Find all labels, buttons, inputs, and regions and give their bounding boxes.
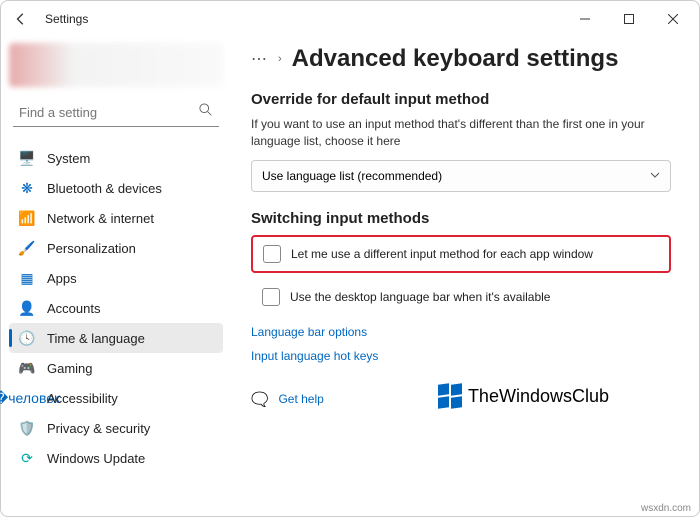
link-language-bar-options[interactable]: Language bar options [251,325,671,339]
display-icon: 🖥️ [19,150,35,166]
checkbox-desktop-language-bar[interactable]: Use the desktop language bar when it's a… [251,279,671,315]
window-title: Settings [45,12,88,26]
minimize-button[interactable] [563,4,607,34]
bluetooth-icon: ❋ [19,180,35,196]
section-switching-title: Switching input methods [251,210,671,227]
main-content: ⋯ › Advanced keyboard settings Override … [231,37,699,516]
section-override-title: Override for default input method [251,91,671,108]
checkbox-icon[interactable] [263,245,281,263]
sidebar-item-label: Windows Update [47,451,145,466]
checkbox-label: Let me use a different input method for … [291,247,593,261]
sidebar-item-label: Accessibility [47,391,118,406]
clock-icon: 🕓 [19,330,35,346]
sidebar-item-network-internet[interactable]: 📶 Network & internet [9,203,223,233]
close-button[interactable] [651,4,695,34]
gamepad-icon: 🎮 [19,360,35,376]
shield-icon: 🛡️ [19,420,35,436]
sidebar-item-label: Apps [47,271,77,286]
section-override-desc: If you want to use an input method that'… [251,116,671,150]
chevron-right-icon: › [278,53,282,65]
sidebar-item-system[interactable]: 🖥️ System [9,143,223,173]
sidebar-item-label: Accounts [47,301,100,316]
titlebar: Settings [1,1,699,37]
search-icon [199,103,213,122]
sidebar-item-label: Privacy & security [47,421,150,436]
back-button[interactable] [5,3,37,35]
accessibility-icon: �человек [19,390,35,406]
sidebar: 🖥️ System ❋ Bluetooth & devices 📶 Network & i… [1,37,231,516]
get-help-link[interactable]: Get help [278,392,323,406]
input-method-dropdown[interactable]: Use language list (recommended) [251,160,671,192]
profile-card[interactable] [9,43,223,87]
brush-icon: 🖌️ [19,240,35,256]
sidebar-item-accounts[interactable]: 👤 Accounts [9,293,223,323]
breadcrumb: ⋯ › Advanced keyboard settings [251,45,671,73]
sidebar-item-label: System [47,151,90,166]
sidebar-item-label: Personalization [47,241,136,256]
search-input[interactable] [19,105,199,120]
sidebar-item-personalization[interactable]: 🖌️ Personalization [9,233,223,263]
sidebar-item-time-language[interactable]: 🕓 Time & language [9,323,223,353]
sidebar-item-accessibility[interactable]: �человек Accessibility [9,383,223,413]
checkbox-icon[interactable] [262,288,280,306]
sidebar-item-label: Gaming [47,361,93,376]
sidebar-item-label: Bluetooth & devices [47,181,162,196]
person-icon: 👤 [19,300,35,316]
sidebar-item-privacy-security[interactable]: 🛡️ Privacy & security [9,413,223,443]
checkbox-label: Use the desktop language bar when it's a… [290,290,550,304]
page-title: Advanced keyboard settings [292,45,619,73]
sidebar-item-bluetooth-devices[interactable]: ❋ Bluetooth & devices [9,173,223,203]
update-icon: ⟳ [19,450,35,466]
dropdown-value: Use language list (recommended) [262,169,442,183]
chevron-down-icon [650,169,660,183]
sidebar-item-gaming[interactable]: 🎮 Gaming [9,353,223,383]
breadcrumb-more[interactable]: ⋯ [251,49,268,69]
checkbox-per-app-window[interactable]: Let me use a different input method for … [251,235,671,273]
sidebar-item-windows-update[interactable]: ⟳ Windows Update [9,443,223,473]
maximize-button[interactable] [607,4,651,34]
help-icon: 🗨️ [251,391,268,408]
search-box[interactable] [13,99,219,127]
link-input-hotkeys[interactable]: Input language hot keys [251,349,671,363]
sidebar-item-label: Time & language [47,331,145,346]
attribution-text: wsxdn.com [641,503,691,514]
apps-icon: ▦ [19,270,35,286]
wifi-icon: 📶 [19,210,35,226]
sidebar-item-label: Network & internet [47,211,154,226]
sidebar-item-apps[interactable]: ▦ Apps [9,263,223,293]
get-help-row[interactable]: 🗨️ Get help [251,391,671,408]
